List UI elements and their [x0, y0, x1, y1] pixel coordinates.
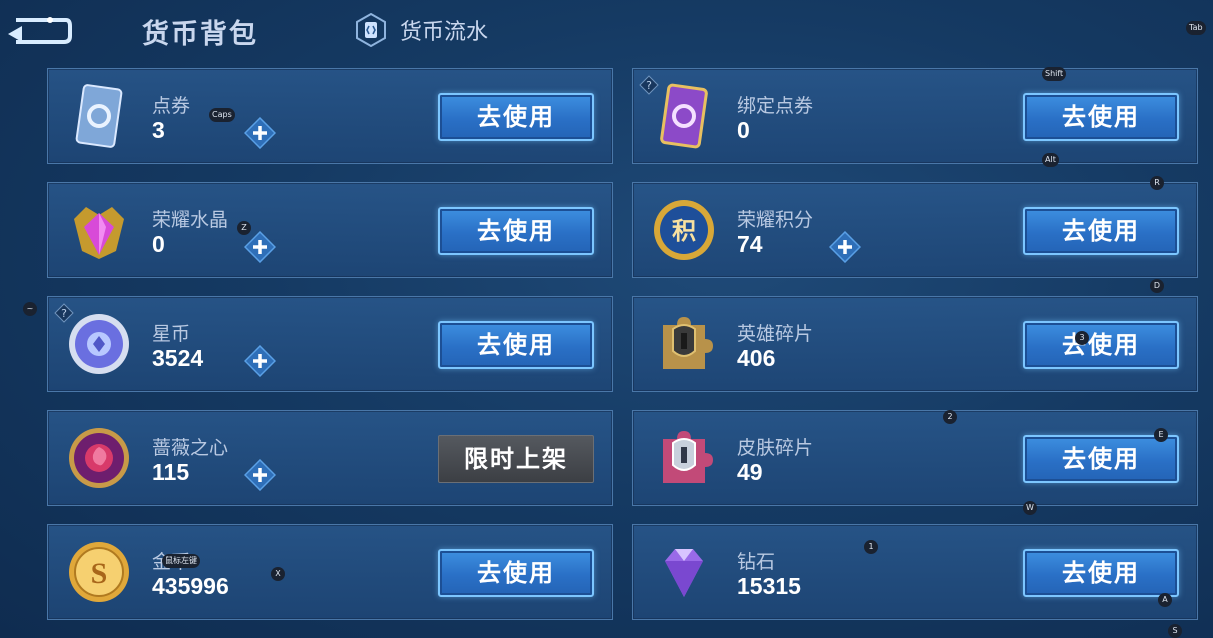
currency-name: 蔷薇之心 [152, 437, 229, 459]
plus-icon[interactable] [244, 459, 276, 491]
currency-card-coupon: 点券 3 去使用 [47, 68, 613, 164]
key-hint-mouse-left: 鼠标左键 [162, 554, 200, 568]
key-hint-1: 1 [864, 540, 878, 554]
key-hint-2: 2 [943, 410, 957, 424]
key-hint-3: 3 [1075, 331, 1089, 345]
tab-currency-flow[interactable]: 货币流水 [356, 12, 488, 48]
plus-icon[interactable] [244, 231, 276, 263]
currency-card-star-coin: ? 星币 3524 去使用 [47, 296, 613, 392]
diamond-icon [665, 549, 703, 597]
glory-crystal-icon [74, 207, 124, 259]
svg-text:积: 积 [672, 217, 696, 245]
use-button[interactable]: 去使用 [1023, 435, 1179, 483]
gold-coin-icon: S [69, 542, 129, 602]
back-arrow-icon [8, 17, 72, 44]
svg-text:S: S [91, 557, 108, 590]
currency-name: 绑定点券 [737, 95, 814, 117]
currency-amount: 49 [737, 459, 763, 485]
plus-icon[interactable] [244, 117, 276, 149]
currency-name: 点券 [152, 95, 191, 117]
key-hint-alt: Alt [1042, 153, 1059, 167]
key-hint-shift: Shift [1042, 67, 1067, 81]
use-button[interactable]: 去使用 [1023, 549, 1179, 597]
back-button[interactable] [6, 12, 72, 46]
key-hint-tilde: ~ [23, 302, 37, 316]
plus-icon[interactable] [244, 345, 276, 377]
currency-card-hero-fragment: 英雄碎片 406 去使用 [632, 296, 1198, 392]
coupon-card-icon [75, 84, 123, 148]
limited-time-button[interactable]: 限时上架 [438, 435, 594, 483]
currency-name: 钻石 [737, 551, 776, 573]
use-button[interactable]: 去使用 [438, 207, 594, 255]
bound-coupon-icon [660, 83, 708, 149]
currency-card-glory-points: 积 荣耀积分 74 去使用 [632, 182, 1198, 278]
key-hint-s: S [1168, 624, 1182, 638]
currency-name: 星币 [152, 323, 191, 345]
tab-flow-label: 货币流水 [400, 20, 489, 45]
key-hint-caps: Caps [209, 108, 235, 122]
currency-card-glory-crystal: 荣耀水晶 0 去使用 [47, 182, 613, 278]
key-hint-z: Z [237, 221, 251, 235]
currency-card-gold: S 金币 435996 去使用 [47, 524, 613, 620]
currency-name: 荣耀积分 [737, 209, 814, 231]
key-hint-e: E [1154, 428, 1168, 442]
currency-card-skin-fragment: 皮肤碎片 49 去使用 [632, 410, 1198, 506]
tab-currency-backpack[interactable]: 货币背包 [142, 12, 258, 51]
key-hint-tab: Tab [1186, 21, 1206, 35]
top-bar: 货币背包 货币流水 [0, 0, 1213, 60]
currency-card-bound-coupon: ? 绑定点券 0 去使用 [632, 68, 1198, 164]
use-button[interactable]: 去使用 [438, 549, 594, 597]
currency-amount: 0 [737, 117, 750, 143]
currency-flow-icon [356, 13, 386, 47]
skin-fragment-icon [663, 431, 713, 483]
key-hint-a: A [1158, 593, 1172, 607]
rose-heart-icon [69, 428, 129, 488]
key-hint-d: D [1150, 279, 1164, 293]
hero-fragment-icon [663, 317, 713, 369]
star-coin-icon [69, 314, 129, 374]
use-button[interactable]: 去使用 [438, 93, 594, 141]
currency-amount: 74 [737, 231, 763, 257]
currency-amount: 115 [152, 459, 190, 485]
key-hint-x: X [271, 567, 285, 581]
currency-name: 英雄碎片 [737, 323, 814, 345]
use-button[interactable]: 去使用 [1023, 93, 1179, 141]
plus-icon[interactable] [829, 231, 861, 263]
currency-name: 荣耀水晶 [152, 209, 229, 231]
key-hint-r: R [1150, 176, 1164, 190]
currency-amount: 406 [737, 345, 776, 371]
use-button[interactable]: 去使用 [1023, 321, 1179, 369]
currency-amount: 15315 [737, 573, 801, 599]
use-button[interactable]: 去使用 [438, 321, 594, 369]
currency-card-rose-heart: 蔷薇之心 115 限时上架 [47, 410, 613, 506]
currency-amount: 3524 [152, 345, 204, 371]
currency-name: 皮肤碎片 [737, 437, 814, 459]
glory-points-icon: 积 [654, 200, 714, 260]
key-hint-w: W [1023, 501, 1037, 515]
currency-amount: 0 [152, 231, 165, 257]
currency-amount: 435996 [152, 573, 229, 599]
use-button[interactable]: 去使用 [1023, 207, 1179, 255]
currency-amount: 3 [152, 117, 165, 143]
currency-card-diamond: 钻石 15315 去使用 [632, 524, 1198, 620]
